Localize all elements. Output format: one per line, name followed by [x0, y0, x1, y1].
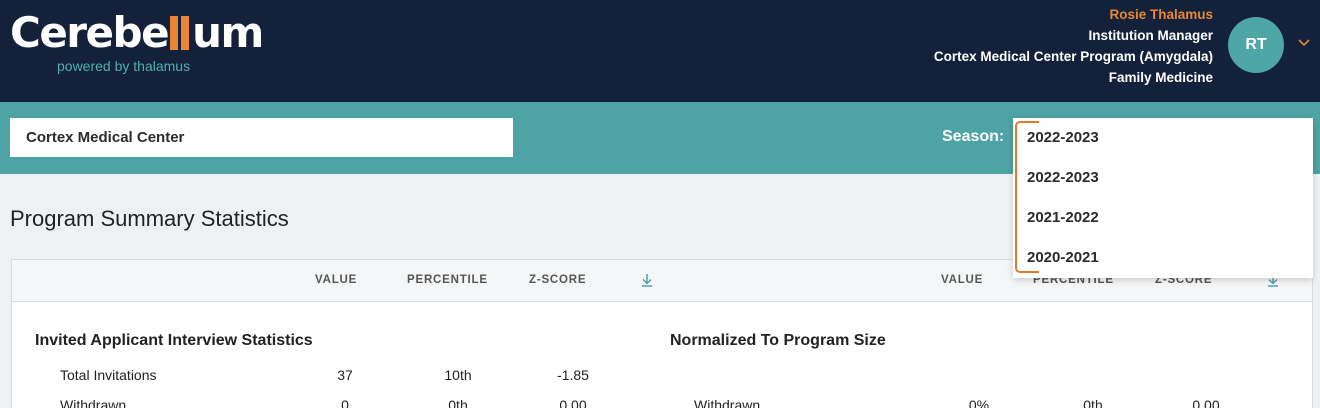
download-arrow-icon[interactable]: [640, 272, 654, 288]
column-header-zscore[interactable]: Z-SCORE: [529, 274, 586, 286]
cell-value: 37: [337, 367, 353, 383]
cell-percentile: 0th: [1083, 397, 1103, 408]
top-navigation-bar: Cerebe um powered by thalamus Rosie Thala…: [0, 0, 1320, 102]
cell-zscore: -1.85: [557, 367, 589, 383]
cell-value: 0%: [968, 397, 990, 408]
column-header-value[interactable]: VALUE: [941, 274, 983, 286]
logo-orange-bars: [169, 16, 191, 50]
season-dropdown[interactable]: 2022-2023 2022-2023 2021-2022 2020-2021: [1013, 118, 1313, 278]
cell-zscore: 0.00: [1192, 397, 1220, 408]
stats-card: VALUE PERCENTILE Z-SCORE VALUE PERCENTIL…: [11, 259, 1313, 408]
user-specialty: Family Medicine: [1108, 70, 1213, 85]
section-title-normalized: Normalized To Program Size: [670, 332, 886, 349]
user-name: Rosie Thalamus: [1109, 7, 1213, 22]
cell-percentile: 10th: [444, 367, 472, 383]
page-title: Program Summary Statistics: [10, 206, 289, 231]
section-title-interview-stats: Invited Applicant Interview Statistics: [35, 332, 313, 349]
cell-value: 0: [341, 397, 349, 408]
row-label: Withdrawn: [60, 397, 127, 408]
user-program: Cortex Medical Center Program (Amygdala): [933, 49, 1213, 64]
row-label: Withdrawn: [694, 397, 761, 408]
column-header-percentile[interactable]: PERCENTILE: [407, 274, 488, 286]
user-info: Rosie Thalamus Institution Manager Corte…: [934, 4, 1213, 88]
program-select-value: Cortex Medical Center: [26, 129, 185, 146]
chevron-down-icon[interactable]: [1297, 36, 1311, 50]
logo-tagline: powered by thalamus: [57, 58, 191, 74]
cell-zscore: 0.00: [559, 397, 587, 408]
logo-wordmark: Cerebe um: [10, 8, 264, 57]
program-select[interactable]: Cortex Medical Center: [10, 118, 513, 157]
season-label: Season:: [942, 128, 1005, 145]
cell-percentile: 0th: [448, 397, 468, 408]
user-role: Institution Manager: [1088, 28, 1214, 43]
highlight-bracket: [1015, 121, 1039, 273]
avatar-initials: RT: [1245, 36, 1267, 53]
cerebellum-logo[interactable]: Cerebe um powered by thalamus: [10, 8, 264, 75]
column-header-value[interactable]: VALUE: [315, 274, 357, 286]
avatar[interactable]: RT: [1228, 17, 1284, 73]
row-label: Total Invitations: [60, 367, 157, 383]
